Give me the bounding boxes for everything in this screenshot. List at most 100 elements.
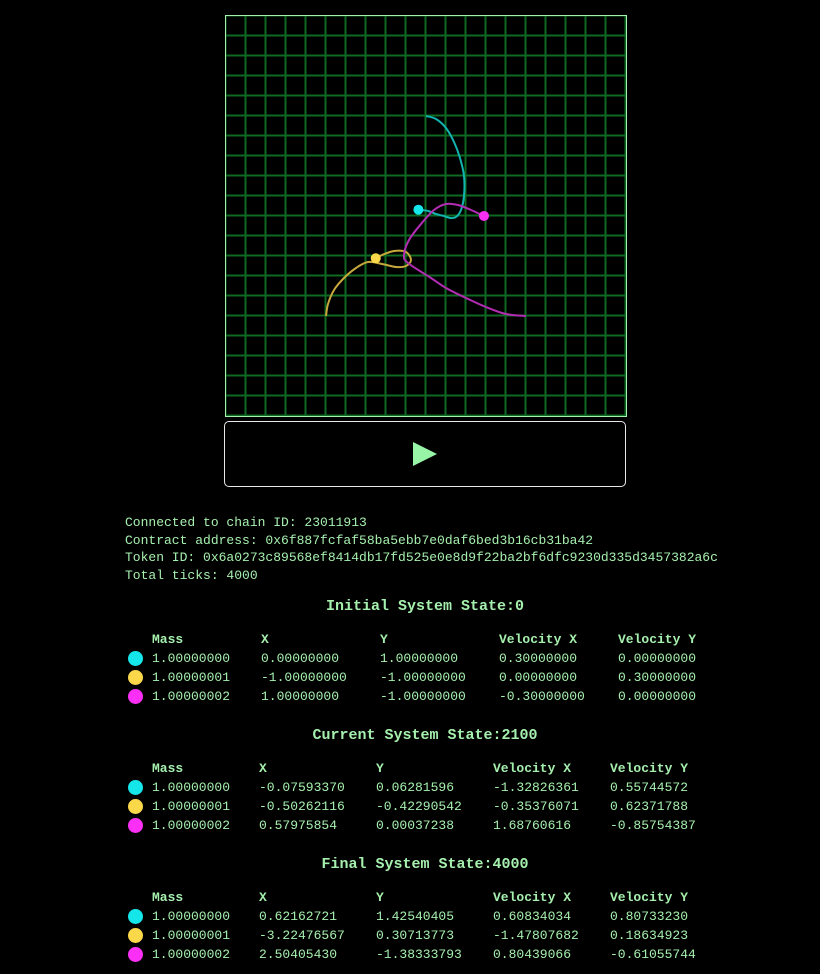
cell-x: 2.50405430 <box>259 947 338 962</box>
cell-y: -0.42290542 <box>376 799 462 814</box>
play-icon <box>413 442 437 466</box>
cell-y: 1.00000000 <box>380 651 459 666</box>
cell-x: 0.57975854 <box>259 818 338 833</box>
connection-info: Connected to chain ID: 23011913 Contract … <box>125 514 718 585</box>
cell-y: 0.30713773 <box>376 928 455 943</box>
body-color-cell <box>125 668 152 687</box>
yellow-body <box>370 253 381 264</box>
contract-address-line: Contract address: 0x6f887fcfaf58ba5ebb7e… <box>125 532 594 548</box>
final-state-title: Final System State:4000 <box>321 856 529 873</box>
table-header-row: Mass X Y Velocity X Velocity Y <box>125 759 700 778</box>
cell-mass: 1.00000001 <box>152 670 231 685</box>
cell-velocity-y: 0.30000000 <box>618 670 697 685</box>
column-header-x: X <box>259 761 267 776</box>
cell-velocity-y: 0.80733230 <box>610 909 689 924</box>
table-row: 1.00000002 0.57975854 0.00037238 1.68760616… <box>125 816 700 835</box>
play-button[interactable] <box>224 421 626 487</box>
body-color-cell <box>125 778 152 797</box>
cell-x: -0.07593370 <box>259 780 345 795</box>
cell-x: -3.22476567 <box>259 928 345 943</box>
simulation-canvas <box>225 15 627 417</box>
table-row: 1.00000001 -1.00000000 -1.00000000 0.000000… <box>125 668 708 687</box>
cell-velocity-x: -1.47807682 <box>493 928 579 943</box>
cyan-body <box>413 204 424 215</box>
table-row: 1.00000001 -3.22476567 0.30713773 -1.478076… <box>125 926 700 945</box>
cell-x: 0.62162721 <box>259 909 338 924</box>
cell-y: 1.42540405 <box>376 909 455 924</box>
initial-state-title: Initial System State:0 <box>325 598 525 615</box>
cell-velocity-x: -1.32826361 <box>493 780 579 795</box>
cell-velocity-y: -0.61055744 <box>610 947 696 962</box>
color-column-header <box>125 759 152 778</box>
body-color-dot-icon <box>128 651 143 667</box>
cell-velocity-x: -0.30000000 <box>499 689 585 704</box>
chain-id-line: Connected to chain ID: 23011913 <box>125 515 367 530</box>
column-header-velocity-x: Velocity X <box>493 890 572 905</box>
cell-mass: 1.00000000 <box>152 780 231 795</box>
token-id-line: Token ID: 0x6a0273c89568ef8414db17fd525e… <box>125 550 718 566</box>
column-header-y: Y <box>376 761 384 776</box>
cell-mass: 1.00000000 <box>152 909 231 924</box>
body-color-cell <box>125 687 152 706</box>
column-header-velocity-x: Velocity X <box>499 632 578 647</box>
column-header-x: X <box>261 632 269 647</box>
grid <box>225 15 627 417</box>
final-state-section: Final System State:4000 Mass X Y Velocity X… <box>125 856 725 963</box>
cell-mass: 1.00000002 <box>152 947 231 962</box>
body-color-dot-icon <box>128 909 143 925</box>
initial-state-section: Initial System State:0 Mass X Y Velocity X V… <box>125 598 725 705</box>
body-color-cell <box>125 816 152 835</box>
cell-velocity-x: 0.30000000 <box>499 651 578 666</box>
cell-velocity-y: 0.00000000 <box>618 651 697 666</box>
table-header-row: Mass X Y Velocity X Velocity Y <box>125 888 700 907</box>
current-state-title: Current System State:2100 <box>312 727 538 744</box>
cell-velocity-x: 0.80439066 <box>493 947 572 962</box>
cell-mass: 1.00000000 <box>152 651 231 666</box>
column-header-mass: Mass <box>152 632 184 647</box>
column-header-x: X <box>259 890 267 905</box>
column-header-velocity-y: Velocity Y <box>618 632 697 647</box>
color-column-header <box>125 888 152 907</box>
body-color-dot-icon <box>128 947 143 963</box>
body-color-cell <box>125 907 152 926</box>
cell-velocity-y: 0.18634923 <box>610 928 689 943</box>
cell-velocity-y: 0.62371788 <box>610 799 689 814</box>
body-color-dot-icon <box>128 780 143 796</box>
body-color-cell <box>125 797 152 816</box>
table-row: 1.00000000 -0.07593370 0.06281596 -1.328263… <box>125 778 700 797</box>
final-state-table: Mass X Y Velocity X Velocity Y 1.00000000 0.62… <box>125 888 700 964</box>
cell-velocity-y: -0.85754387 <box>610 818 696 833</box>
cell-x: 1.00000000 <box>261 689 340 704</box>
table-row: 1.00000002 2.50405430 -1.38333793 0.8043906… <box>125 945 700 964</box>
column-header-velocity-x: Velocity X <box>493 761 572 776</box>
current-state-section: Current System State:2100 Mass X Y Velocity… <box>125 727 725 834</box>
table-row: 1.00000000 0.62162721 1.42540405 0.60834034… <box>125 907 700 926</box>
body-color-cell <box>125 649 152 668</box>
cell-y: 0.06281596 <box>376 780 455 795</box>
table-row: 1.00000002 1.00000000 -1.00000000 -0.300000… <box>125 687 708 706</box>
body-color-dot-icon <box>128 818 143 834</box>
column-header-mass: Mass <box>152 761 184 776</box>
column-header-y: Y <box>376 890 384 905</box>
cell-velocity-x: 0.60834034 <box>493 909 572 924</box>
total-ticks-line: Total ticks: 4000 <box>125 568 258 584</box>
yellow-body-trail <box>325 249 413 317</box>
cell-x: -0.50262116 <box>259 799 345 814</box>
cell-mass: 1.00000001 <box>152 928 231 943</box>
table-header-row: Mass X Y Velocity X Velocity Y <box>125 630 708 649</box>
cell-x: -1.00000000 <box>261 670 347 685</box>
body-color-dot-icon <box>128 670 143 686</box>
color-column-header <box>125 630 152 649</box>
cell-velocity-x: 0.00000000 <box>499 670 578 685</box>
cell-velocity-x: -0.35376071 <box>493 799 579 814</box>
body-color-dot-icon <box>128 799 143 815</box>
body-color-dot-icon <box>128 689 143 705</box>
cell-mass: 1.00000001 <box>152 799 231 814</box>
body-color-dot-icon <box>128 928 143 944</box>
body-color-cell <box>125 926 152 945</box>
cell-y: -1.00000000 <box>380 689 466 704</box>
cell-velocity-y: 0.00000000 <box>618 689 697 704</box>
cell-mass: 1.00000002 <box>152 818 231 833</box>
column-header-mass: Mass <box>152 890 184 905</box>
cell-y: 0.00037238 <box>376 818 455 833</box>
